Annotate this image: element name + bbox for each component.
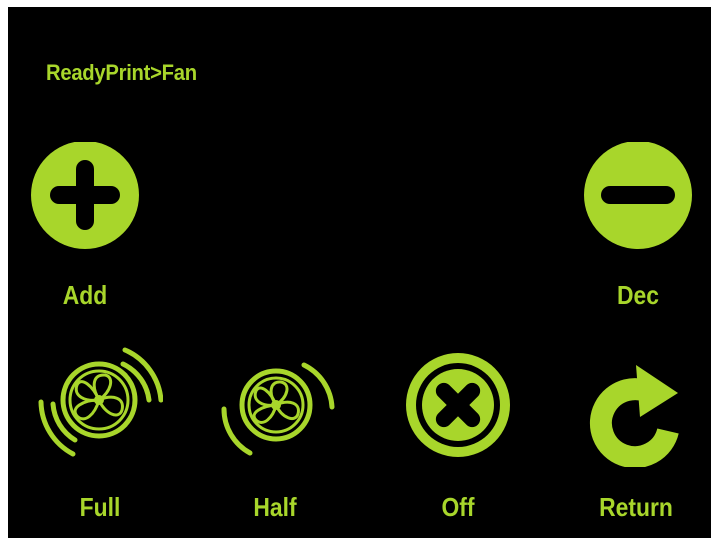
half-label: Half <box>253 492 297 522</box>
full-label: Full <box>79 492 121 522</box>
fan-full-icon <box>38 347 163 457</box>
dec-label: Dec <box>617 280 659 310</box>
plus-circle-icon <box>31 142 139 249</box>
return-button[interactable]: Return <box>578 357 698 532</box>
dec-button[interactable]: Dec <box>583 142 693 317</box>
fan-screen: ReadyPrint>Fan Add Dec Full Half Off Ret… <box>8 7 711 538</box>
return-arrow-icon <box>589 365 679 467</box>
page-title: ReadyPrint>Fan <box>46 60 197 85</box>
fan-half-icon <box>221 362 335 456</box>
return-label: Return <box>599 492 673 522</box>
fan-half-button[interactable]: Half <box>218 357 338 532</box>
close-circle-icon <box>406 353 510 457</box>
add-button[interactable]: Add <box>30 142 140 317</box>
fan-off-button[interactable]: Off <box>398 347 518 532</box>
fan-full-button[interactable]: Full <box>33 342 163 532</box>
add-label: Add <box>62 280 108 310</box>
off-label: Off <box>441 492 475 522</box>
minus-circle-icon <box>584 142 692 249</box>
